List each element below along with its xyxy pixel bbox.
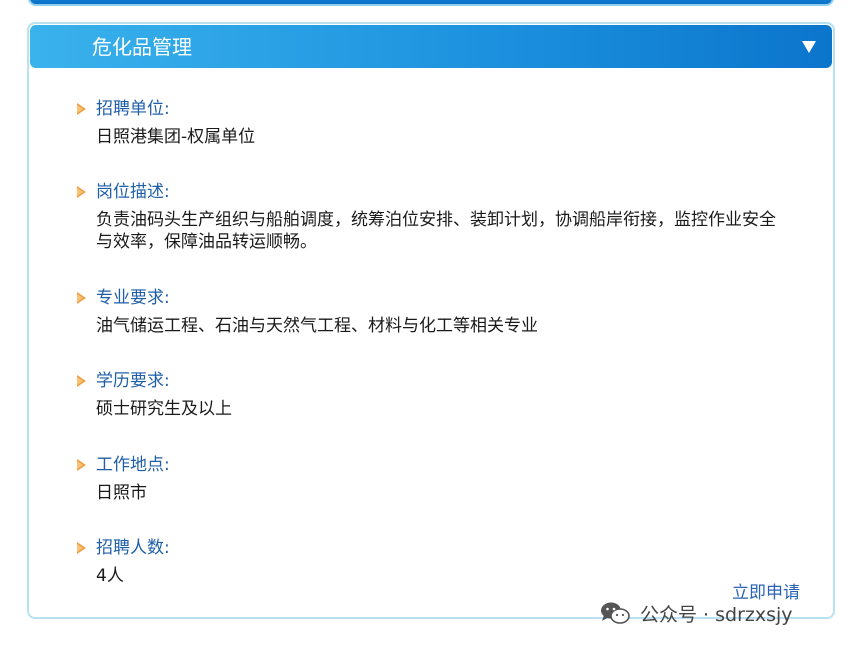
previous-panel-edge bbox=[28, 0, 834, 6]
wechat-icon bbox=[600, 601, 630, 625]
field-education-requirement: 学历要求: 硕士研究生及以上 bbox=[77, 370, 777, 420]
field-recruiting-unit: 招聘单位: 日照港集团-权属单位 bbox=[77, 98, 777, 148]
field-value: 硕士研究生及以上 bbox=[96, 399, 232, 419]
field-value: 日照市 bbox=[96, 483, 147, 503]
field-label: 招聘单位: bbox=[96, 99, 170, 119]
bullet-arrow-icon bbox=[77, 459, 86, 471]
watermark-text: 公众号 · sdrzxsjy bbox=[640, 603, 793, 626]
panel-title: 危化品管理 bbox=[92, 35, 192, 59]
field-value: 负责油码头生产组织与船舶调度，统筹泊位安排、装卸计划，协调船岸衔接，监控作业安全… bbox=[96, 210, 776, 252]
field-major-requirement: 专业要求: 油气储运工程、石油与天然气工程、材料与化工等相关专业 bbox=[77, 287, 777, 337]
collapse-toggle-icon[interactable] bbox=[802, 41, 816, 53]
bullet-arrow-icon bbox=[77, 542, 86, 554]
panel-header[interactable]: 危化品管理 bbox=[30, 25, 832, 68]
field-label: 专业要求: bbox=[96, 288, 170, 308]
field-value: 4人 bbox=[96, 566, 124, 586]
field-work-location: 工作地点: 日照市 bbox=[77, 454, 777, 504]
field-value: 日照港集团-权属单位 bbox=[96, 127, 256, 147]
field-headcount: 招聘人数: 4人 bbox=[77, 537, 777, 587]
field-label: 招聘人数: bbox=[96, 538, 170, 558]
field-value: 油气储运工程、石油与天然气工程、材料与化工等相关专业 bbox=[96, 316, 538, 336]
field-label: 学历要求: bbox=[96, 371, 170, 391]
bullet-arrow-icon bbox=[77, 375, 86, 387]
watermark: 公众号 · sdrzxsjy bbox=[600, 601, 793, 626]
job-detail-panel: 危化品管理 招聘单位: 日照港集团-权属单位 岗位描述: 负责油码头生产组织与船… bbox=[27, 22, 835, 619]
bullet-arrow-icon bbox=[77, 186, 86, 198]
bullet-arrow-icon bbox=[77, 103, 86, 115]
field-label: 岗位描述: bbox=[96, 182, 170, 202]
field-job-description: 岗位描述: 负责油码头生产组织与船舶调度，统筹泊位安排、装卸计划，协调船岸衔接，… bbox=[77, 181, 777, 253]
field-label: 工作地点: bbox=[96, 455, 170, 475]
bullet-arrow-icon bbox=[77, 292, 86, 304]
